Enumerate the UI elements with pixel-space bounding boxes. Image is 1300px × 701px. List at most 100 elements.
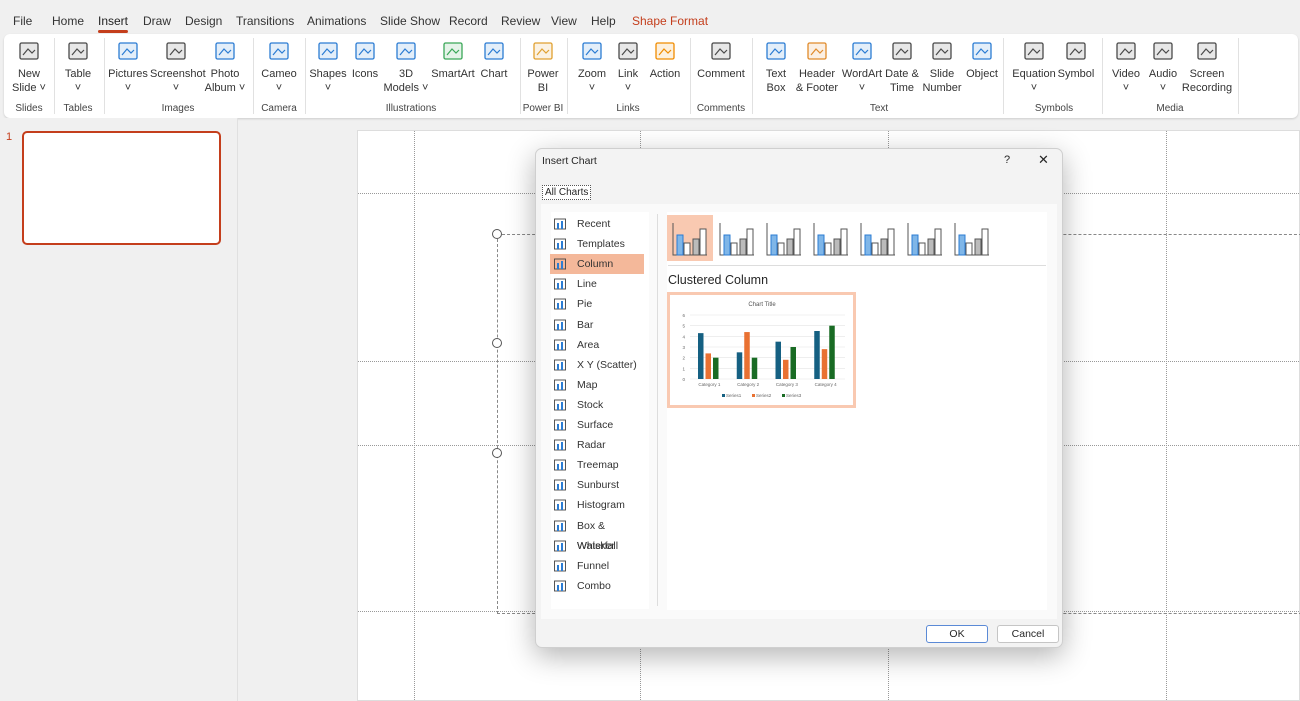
button-label: New [17,68,40,80]
pictures-button[interactable]: Pictures ˅ [102,39,154,95]
table-icon [68,42,88,60]
3d-models-icon [396,42,416,60]
subtype-clustered-column[interactable] [667,215,713,261]
chart-type-sunburst[interactable]: Sunburst [550,475,644,495]
button-label: Photo [210,68,240,80]
chart-type-label: X Y (Scatter) [577,358,637,371]
group-label-illustrations: Illustrations [385,103,437,114]
legend-entry: Series2 [756,393,772,398]
button-label-2: ˅ [624,82,632,94]
help-button[interactable]: ? [1004,154,1010,166]
tab-view[interactable]: View [551,14,577,28]
chart-type-map[interactable]: Map [550,375,644,395]
chart-type-bar[interactable]: Bar [550,315,644,335]
tab-insert[interactable]: Insert [98,14,129,33]
wordart-icon [852,42,872,60]
screenshot-icon [166,42,186,60]
map-chart-icon [554,379,566,391]
symbol-button[interactable]: Symbol [1050,39,1102,81]
chart-type-area[interactable]: Area [550,335,644,355]
pictures-icon [118,42,138,60]
chart-preview[interactable]: Chart Title 0 1 2 3 4 5 6 Category 1 Category 2 Ca… [667,292,856,408]
tab-shape-format[interactable]: Shape Format [632,14,708,28]
chart-type-column[interactable]: Column [550,254,644,275]
comment-button[interactable]: Comment [695,39,747,81]
tab-animations[interactable]: Animations [307,14,366,28]
subtype-stacked-column[interactable] [714,215,760,261]
chart-type-x-y-scatter-[interactable]: X Y (Scatter) [550,355,644,375]
y-tick-label: 3 [682,345,685,350]
chart-type-pie[interactable]: Pie [550,294,644,314]
chart-type-label: Waterfall [577,539,619,552]
chart-type-recent[interactable]: Recent [550,214,644,234]
chart-button[interactable]: Chart [468,39,520,81]
tab-record[interactable]: Record [449,14,488,28]
tab-slide-show[interactable]: Slide Show [380,14,440,28]
button-label-2: ˅ [324,82,332,94]
chart-type-stock[interactable]: Stock [550,395,644,415]
video-icon [1116,42,1136,60]
3d-models-button[interactable]: 3D Models ˅ [380,39,432,95]
screenshot-button[interactable]: Screenshot ˅ [150,39,206,95]
chart-type-waterfall[interactable]: Waterfall [550,536,644,556]
object-button[interactable]: Object [956,39,1008,81]
resize-handle[interactable] [492,229,502,239]
photo-album-button[interactable]: Photo Album ˅ [199,39,251,95]
button-label: Screenshot [150,68,206,80]
resize-handle[interactable] [492,338,502,348]
tab-transitions[interactable]: Transitions [236,14,294,28]
slide-thumbnail[interactable] [22,131,221,245]
chart-type-combo[interactable]: Combo [550,576,644,596]
cameo-button[interactable]: Cameo ˅ [253,39,305,95]
chart-type-treemap[interactable]: Treemap [550,455,644,475]
subtype-3d-clustered-column[interactable] [808,215,854,261]
x-y-scatter--chart-icon [554,359,566,371]
screen-recording-button[interactable]: Screen Recording [1181,39,1233,95]
tab-help[interactable]: Help [591,14,616,28]
action-icon [655,42,675,60]
subtype-3d-column[interactable] [949,215,995,261]
resize-handle[interactable] [492,448,502,458]
chart-type-histogram[interactable]: Histogram [550,495,644,515]
chart-type-box-whisker[interactable]: Box & Whisker [550,516,644,552]
new-slide-button[interactable]: New Slide ˅ [3,39,55,95]
photo-album-icon [215,42,235,60]
tab-draw[interactable]: Draw [143,14,171,28]
bar [821,349,828,379]
ok-button[interactable]: OK [926,625,988,643]
cancel-button[interactable]: Cancel [997,625,1059,643]
chart-type-label: Map [577,378,598,391]
tab-review[interactable]: Review [501,14,540,28]
y-tick-label: 0 [682,377,685,382]
close-button[interactable]: ✕ [1038,152,1049,168]
chart-type-radar[interactable]: Radar [550,435,644,455]
chart-type-label: Area [577,338,600,351]
chart-preview-svg: Chart Title 0 1 2 3 4 5 6 Category 1 Category 2 Ca… [682,302,845,398]
power-bi-button[interactable]: Power BI [517,39,569,95]
table-button[interactable]: Table ˅ [52,39,104,95]
subtype-3d-stacked-column[interactable] [855,215,901,261]
group-label-text: Text [869,103,889,114]
comment-icon [711,42,731,60]
tab-file[interactable]: File [13,14,32,28]
dialog-title: Insert Chart [542,155,597,167]
group-separator [1238,38,1239,114]
tab-home[interactable]: Home [52,14,84,28]
button-label: Action [649,68,681,80]
tab-all-charts[interactable]: All Charts [542,185,592,200]
chart-type-surface[interactable]: Surface [550,415,644,435]
button-label-2: Box [766,82,786,94]
legend-swatch [752,394,755,397]
group-label-images: Images [161,103,195,114]
insert-chart-dialog: Insert Chart ? ✕ All Charts Recent Templa… [535,148,1063,648]
chart-type-funnel[interactable]: Funnel [550,556,644,576]
action-button[interactable]: Action [639,39,691,81]
subtype-3d-100-stacked-column[interactable] [902,215,948,261]
subtype-100-stacked-column[interactable] [761,215,807,261]
chart-type-templates[interactable]: Templates [550,234,644,254]
chart-type-label: Surface [577,419,614,431]
chart-type-line[interactable]: Line [550,274,644,294]
tab-design[interactable]: Design [185,14,222,28]
divider [657,214,658,606]
button-label-2: Album ˅ [204,82,246,94]
